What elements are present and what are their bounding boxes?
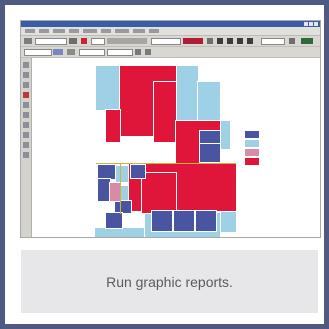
room (109, 182, 121, 202)
close-icon (314, 22, 318, 26)
room (97, 164, 117, 180)
room (105, 212, 123, 229)
floor-plan-canvas (32, 58, 320, 237)
menu-bar (21, 27, 320, 36)
stop-icon (227, 38, 233, 44)
legend-swatch (245, 131, 259, 138)
tool-icon (145, 49, 151, 55)
tool-icon (24, 38, 32, 44)
maximize-icon (309, 22, 313, 26)
color-dropdown (107, 49, 133, 56)
menu-item (115, 29, 129, 33)
play-icon (217, 38, 223, 44)
menu-item (39, 29, 49, 33)
step-icon (237, 38, 243, 44)
main-toolbar (21, 36, 320, 47)
menu-item (25, 29, 35, 33)
drawing-dropdown (24, 49, 52, 56)
legend-swatch (245, 158, 259, 165)
room (173, 210, 195, 232)
corridor-line (120, 164, 121, 214)
step-icon (247, 38, 253, 44)
palette-icon (23, 72, 29, 78)
room (219, 120, 231, 150)
palette-icon (23, 112, 29, 118)
room (95, 65, 121, 111)
tool-palette (21, 58, 32, 237)
app-screenshot (20, 20, 321, 238)
tool-group (107, 38, 147, 44)
room (175, 65, 199, 122)
menu-item (133, 29, 145, 33)
window-controls (304, 22, 318, 26)
room (114, 200, 132, 214)
tool-icon (289, 38, 295, 44)
palette-icon (23, 82, 29, 88)
style-dropdown (79, 49, 105, 56)
legend-swatch (245, 140, 259, 147)
palette-icon (23, 92, 29, 98)
combo-field (151, 38, 181, 45)
menu-item (149, 29, 159, 33)
secondary-toolbar (21, 47, 320, 58)
plan-legend (245, 130, 315, 166)
caption-text: Run graphic reports. (106, 273, 233, 290)
tool-icon (135, 49, 141, 55)
tool-icon (53, 49, 63, 55)
palette-icon (23, 152, 29, 158)
legend-item (245, 139, 315, 148)
menu-item (53, 29, 65, 33)
palette-icon (23, 122, 29, 128)
value-field (261, 38, 285, 45)
legend-item (245, 130, 315, 139)
highlight-field (183, 38, 203, 44)
legend-swatch (245, 149, 259, 156)
room (151, 210, 173, 232)
menu-item (69, 29, 79, 33)
room (115, 165, 129, 183)
room (97, 178, 111, 202)
room (94, 227, 146, 237)
room (141, 172, 177, 214)
scale-field (91, 38, 105, 45)
palette-icon (23, 132, 29, 138)
menu-item (83, 29, 97, 33)
corridor-line (96, 163, 236, 164)
tool-icon (67, 49, 75, 55)
record-icon (81, 38, 87, 44)
room (105, 109, 121, 143)
legend-item (245, 148, 315, 157)
palette-icon (23, 62, 29, 68)
minimize-icon (304, 22, 308, 26)
room (130, 164, 146, 179)
room (199, 143, 221, 163)
palette-icon (23, 142, 29, 148)
room (195, 210, 217, 232)
tool-icon (69, 38, 77, 44)
feature-card: Run graphic reports. (5, 5, 324, 324)
menu-item (101, 29, 111, 33)
tool-icon (301, 38, 313, 44)
layer-dropdown (35, 38, 67, 45)
room (199, 130, 221, 144)
palette-icon (23, 102, 29, 108)
caption-box: Run graphic reports. (21, 250, 318, 313)
tool-icon (207, 38, 213, 44)
room (153, 81, 177, 143)
legend-item (245, 157, 315, 166)
